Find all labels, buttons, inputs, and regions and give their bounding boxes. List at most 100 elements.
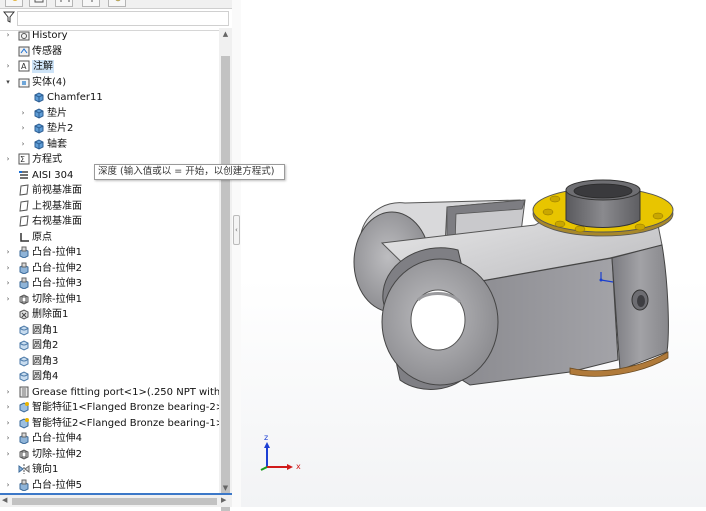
tree-item-label: 实体(4) bbox=[32, 76, 67, 88]
horizontal-scrollbar[interactable]: ◀ ▶ bbox=[0, 493, 232, 507]
tree-item-label: 原点 bbox=[32, 231, 52, 243]
tree-item[interactable]: › 凸台-拉伸3 bbox=[0, 276, 219, 292]
tree-item-label: 智能特征2<Flanged Bronze bearing-1>(D bbox=[32, 417, 219, 429]
expand-arrow-icon[interactable]: › bbox=[4, 279, 12, 287]
tree-item-label: 智能特征1<Flanged Bronze bearing-2>(D bbox=[32, 402, 219, 413]
fillet-icon bbox=[18, 339, 30, 351]
tree-item-label: 凸台-拉伸4 bbox=[32, 433, 82, 444]
tree-item[interactable]: ▾ 实体(4) bbox=[0, 75, 219, 91]
scroll-left-arrow-icon[interactable]: ◀ bbox=[2, 496, 7, 504]
expand-arrow-icon[interactable]: › bbox=[4, 155, 12, 163]
boss-extrude-icon bbox=[18, 277, 30, 290]
display-manager-icon bbox=[115, 0, 121, 2]
tree-item[interactable]: › 垫片2 bbox=[0, 121, 219, 137]
tab-dimxpert-manager[interactable] bbox=[82, 0, 100, 7]
tree-item-label: 镜向1 bbox=[32, 464, 59, 475]
expand-arrow-icon[interactable]: › bbox=[19, 140, 27, 148]
tree-item[interactable]: 右视基准面 bbox=[0, 214, 219, 230]
expand-arrow-icon[interactable]: › bbox=[4, 248, 12, 256]
horizontal-scroll-thumb[interactable] bbox=[12, 498, 217, 505]
expand-arrow-icon[interactable]: › bbox=[4, 295, 12, 303]
tree-item[interactable]: 原点 bbox=[0, 230, 219, 246]
tree-item[interactable]: 圆角1 bbox=[0, 323, 219, 339]
fillet-icon bbox=[18, 324, 30, 336]
expand-arrow-icon[interactable]: › bbox=[19, 124, 27, 132]
mirror-icon bbox=[18, 463, 30, 475]
tree-item[interactable]: › 智能特征2<Flanged Bronze bearing-1>(D bbox=[0, 416, 219, 432]
tree-item-label: Grease fitting port<1>(.250 NPT with C' bbox=[32, 386, 219, 398]
fillet-icon bbox=[18, 370, 30, 382]
tree-item-label: Chamfer11 bbox=[47, 92, 103, 103]
3d-part-model[interactable] bbox=[241, 0, 706, 507]
tab-property-manager[interactable] bbox=[29, 0, 47, 7]
tree-item[interactable]: › 凸台-拉伸4 bbox=[0, 431, 219, 447]
tree-item[interactable]: 圆角4 bbox=[0, 369, 219, 385]
tree-item[interactable]: › 凸台-拉伸2 bbox=[0, 261, 219, 277]
tree-item[interactable]: › 轴套 bbox=[0, 137, 219, 153]
tree-item[interactable]: › 垫片 bbox=[0, 106, 219, 122]
sensor-icon bbox=[18, 45, 30, 57]
solid-body-icon bbox=[33, 91, 45, 103]
tree-item-label: 圆角4 bbox=[32, 371, 59, 382]
tree-item-label: 前视基准面 bbox=[32, 185, 82, 196]
tab-display-manager[interactable] bbox=[108, 0, 126, 7]
scroll-down-arrow-icon[interactable]: ▼ bbox=[219, 483, 232, 493]
tree-item-label: 凸台-拉伸3 bbox=[32, 278, 82, 289]
tree-item[interactable]: › History bbox=[0, 28, 219, 44]
tree-item-label: 凸台-拉伸2 bbox=[32, 262, 82, 274]
filter-icon[interactable] bbox=[3, 11, 15, 23]
fillet-icon bbox=[18, 355, 30, 367]
tree-item[interactable]: › 切除-拉伸1 bbox=[0, 292, 219, 308]
tree-item[interactable]: 前视基准面 bbox=[0, 183, 219, 199]
expand-arrow-icon[interactable]: › bbox=[4, 388, 12, 396]
tab-feature-manager[interactable] bbox=[5, 0, 23, 7]
boss-extrude-icon bbox=[18, 432, 30, 445]
expand-arrow-icon[interactable]: › bbox=[4, 264, 12, 272]
feature-manager-panel: › History 传感器 › A 注解 ▾ 实体(4) Chamfer11 › 垫片 › 垫片2 › 轴套… bbox=[0, 0, 233, 511]
cut-extrude-icon bbox=[18, 448, 30, 460]
expand-arrow-icon[interactable]: › bbox=[19, 109, 27, 117]
cut-extrude-icon bbox=[18, 293, 30, 305]
plane-icon bbox=[18, 184, 30, 196]
solid-bodies-folder-icon bbox=[18, 76, 30, 88]
tree-item-label: 凸台-拉伸1 bbox=[32, 247, 82, 258]
expand-arrow-icon[interactable]: › bbox=[4, 434, 12, 442]
solid-body-icon bbox=[33, 122, 45, 134]
tree-item[interactable]: 镜向1 bbox=[0, 462, 219, 478]
scroll-right-arrow-icon[interactable]: ▶ bbox=[221, 496, 226, 504]
tab-configuration-manager[interactable] bbox=[55, 0, 73, 7]
tree-item[interactable]: › 切除-拉伸2 bbox=[0, 447, 219, 463]
smart-feature-icon bbox=[18, 401, 30, 413]
tree-item[interactable]: 圆角3 bbox=[0, 354, 219, 370]
expand-arrow-icon[interactable]: › bbox=[4, 62, 12, 70]
tree-item-label: 轴套 bbox=[47, 138, 67, 150]
hole-wizard-icon bbox=[18, 386, 30, 398]
tree-item[interactable]: › 智能特征1<Flanged Bronze bearing-2>(D bbox=[0, 400, 219, 416]
collapse-panel-handle[interactable]: ‹ bbox=[233, 215, 240, 245]
vertical-scrollbar[interactable]: ▲ ▼ bbox=[219, 28, 232, 511]
expand-arrow-icon[interactable]: › bbox=[4, 403, 12, 411]
tree-item[interactable]: › A 注解 bbox=[0, 59, 219, 75]
vertical-scroll-thumb[interactable] bbox=[221, 56, 230, 511]
scroll-up-arrow-icon[interactable]: ▲ bbox=[219, 28, 232, 40]
expand-arrow-icon[interactable]: › bbox=[4, 481, 12, 489]
tree-item[interactable]: › 凸台-拉伸1 bbox=[0, 245, 219, 261]
expand-arrow-icon[interactable]: › bbox=[4, 419, 12, 427]
filter-input[interactable] bbox=[17, 11, 229, 26]
tree-item[interactable]: › 凸台-拉伸5 bbox=[0, 478, 219, 494]
tree-item-label: History bbox=[32, 30, 68, 41]
smart-feature-icon bbox=[18, 417, 30, 429]
triad-z-axis bbox=[260, 466, 268, 471]
tree-item[interactable]: 传感器 bbox=[0, 44, 219, 60]
graphics-viewport[interactable]: z x bbox=[241, 0, 706, 507]
expand-arrow-icon[interactable]: › bbox=[4, 450, 12, 458]
tree-item[interactable]: 删除面1 bbox=[0, 307, 219, 323]
tree-item[interactable]: 上视基准面 bbox=[0, 199, 219, 215]
panel-splitter[interactable]: ‹ bbox=[232, 0, 241, 507]
dimension-tooltip: 深度 (输入值或以 = 开始，以创建方程式) bbox=[94, 164, 285, 180]
tree-item[interactable]: › Grease fitting port<1>(.250 NPT with C' bbox=[0, 385, 219, 401]
expand-arrow-icon[interactable]: › bbox=[4, 31, 12, 39]
tree-item[interactable]: 圆角2 bbox=[0, 338, 219, 354]
tree-item[interactable]: Chamfer11 bbox=[0, 90, 219, 106]
collapse-arrow-icon[interactable]: ▾ bbox=[4, 78, 12, 86]
